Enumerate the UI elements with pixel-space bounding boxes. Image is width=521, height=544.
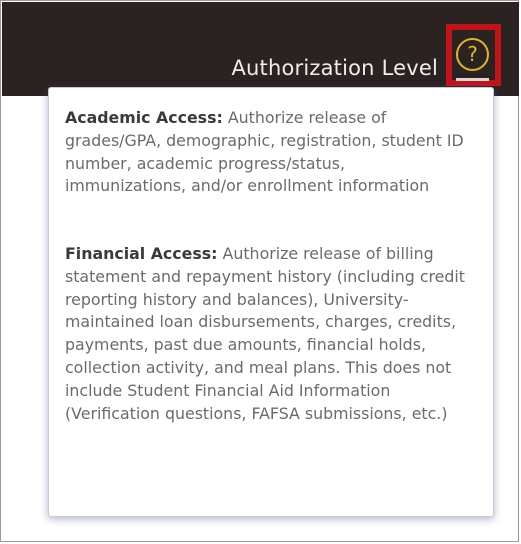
page-frame: Authorization Level ? Academic Access: A… xyxy=(0,0,519,542)
financial-access-description: Financial Access: Authorize release of b… xyxy=(65,243,465,425)
authorization-level-tooltip: Academic Access: Authorize release of gr… xyxy=(48,87,494,517)
question-circle-icon[interactable]: ? xyxy=(456,38,489,71)
financial-access-term: Financial Access: xyxy=(65,244,218,263)
financial-access-text: Authorize release of billing statement a… xyxy=(65,244,465,423)
help-button-underline xyxy=(456,78,489,81)
academic-access-term: Academic Access: xyxy=(65,108,223,127)
academic-access-description: Academic Access: Authorize release of gr… xyxy=(65,107,465,198)
authorization-level-label: Authorization Level xyxy=(231,56,438,80)
header-bar: Authorization Level xyxy=(2,2,519,96)
